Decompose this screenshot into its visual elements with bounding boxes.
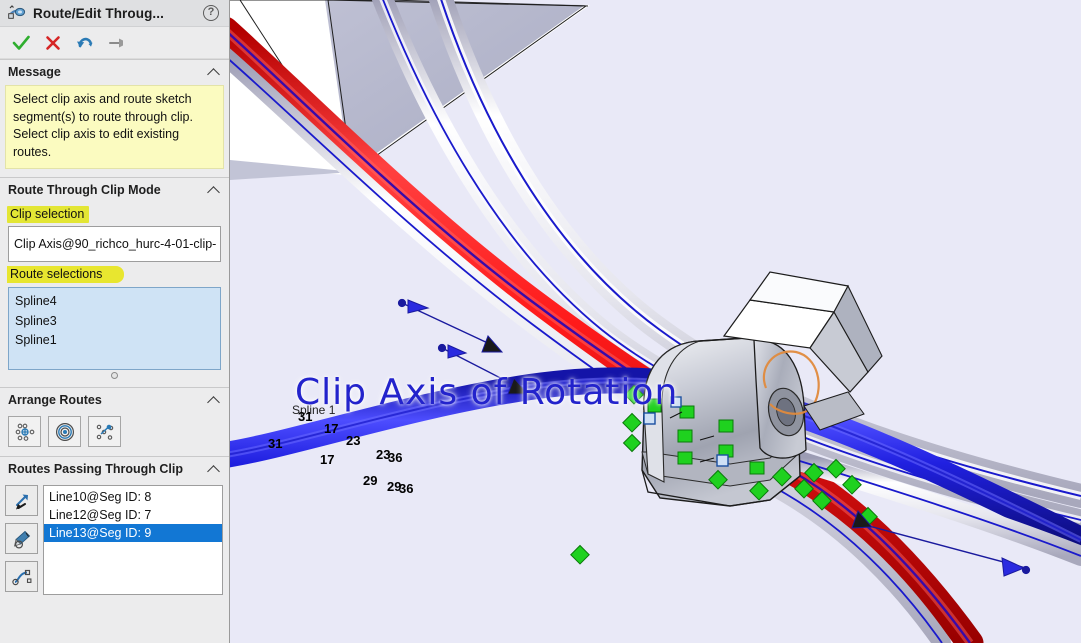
section-header-routes-passing-through-clip[interactable]: Routes Passing Through Clip <box>0 456 229 480</box>
flip-route-direction-button[interactable] <box>5 485 38 516</box>
edit-route-button[interactable] <box>5 523 38 554</box>
clip-selection-field[interactable]: Clip Axis@90_richco_hurc-4-01-clip- <box>8 226 221 262</box>
route-path-button[interactable] <box>5 561 38 592</box>
section-title-message: Message <box>8 64 61 79</box>
page-title: Route/Edit Throug... <box>33 5 164 21</box>
clip-selection-label: Clip selection <box>7 206 90 223</box>
grip-dot <box>111 372 118 379</box>
section-title-route-through-clip-mode: Route Through Clip Mode <box>8 182 161 197</box>
list-item[interactable]: Spline4 <box>15 292 214 312</box>
routes-side-toolbar <box>5 485 38 595</box>
list-item[interactable]: Line12@Seg ID: 7 <box>44 506 222 524</box>
clip-selection-value: Clip Axis@90_richco_hurc-4-01-clip- <box>14 237 217 251</box>
undo-button[interactable] <box>70 30 100 56</box>
section-title-arrange-routes: Arrange Routes <box>8 392 102 407</box>
resize-grip[interactable] <box>8 370 221 381</box>
help-icon[interactable]: ? <box>203 5 219 21</box>
graphics-viewport[interactable]: Clip Axis of Rotation Spline 1 31 17 31 … <box>230 0 1081 643</box>
routes-passing-list[interactable]: Line10@Seg ID: 8 Line12@Seg ID: 7 Line13… <box>43 485 223 595</box>
route-selections-label: Route selections <box>7 266 125 283</box>
message-text: Select clip axis and route sketch segmen… <box>5 85 224 169</box>
arrange-routes-body <box>0 411 229 456</box>
arrange-concentric-pattern-button[interactable] <box>48 416 81 447</box>
ok-button[interactable] <box>6 30 36 56</box>
chevron-up-icon[interactable] <box>207 65 221 79</box>
confirm-toolbar <box>0 27 229 59</box>
section-title-routes-passing-through-clip: Routes Passing Through Clip <box>8 461 184 476</box>
cancel-button[interactable] <box>38 30 68 56</box>
pin-icon[interactable] <box>102 30 132 56</box>
chevron-up-icon[interactable] <box>207 393 221 407</box>
property-manager-panel: Route/Edit Throug... ? Message Select cl… <box>0 0 230 643</box>
chevron-up-icon[interactable] <box>207 462 221 476</box>
list-item[interactable]: Spline1 <box>15 331 214 351</box>
section-header-message[interactable]: Message <box>0 59 229 83</box>
route-selections-list[interactable]: Spline4 Spline3 Spline1 <box>8 287 221 370</box>
route-through-clip-body: Clip selection Clip Axis@90_richco_hurc-… <box>0 201 229 387</box>
list-item[interactable]: Line10@Seg ID: 8 <box>44 488 222 506</box>
list-item[interactable]: Line13@Seg ID: 9 <box>44 524 222 542</box>
property-manager-title-bar: Route/Edit Throug... ? <box>0 0 229 27</box>
arrange-custom-pattern-button[interactable] <box>88 416 121 447</box>
chevron-up-icon[interactable] <box>207 183 221 197</box>
section-header-route-through-clip-mode[interactable]: Route Through Clip Mode <box>0 177 229 201</box>
route-clip-icon <box>6 3 26 23</box>
section-header-arrange-routes[interactable]: Arrange Routes <box>0 387 229 411</box>
solidworks-route-clip-screen: Route/Edit Throug... ? Message Select cl… <box>0 0 1081 643</box>
list-item[interactable]: Spline3 <box>15 312 214 332</box>
3d-model-render <box>230 0 1081 643</box>
routes-passing-body: Line10@Seg ID: 8 Line12@Seg ID: 7 Line13… <box>0 480 229 595</box>
arrange-grid-pattern-button[interactable] <box>8 416 41 447</box>
